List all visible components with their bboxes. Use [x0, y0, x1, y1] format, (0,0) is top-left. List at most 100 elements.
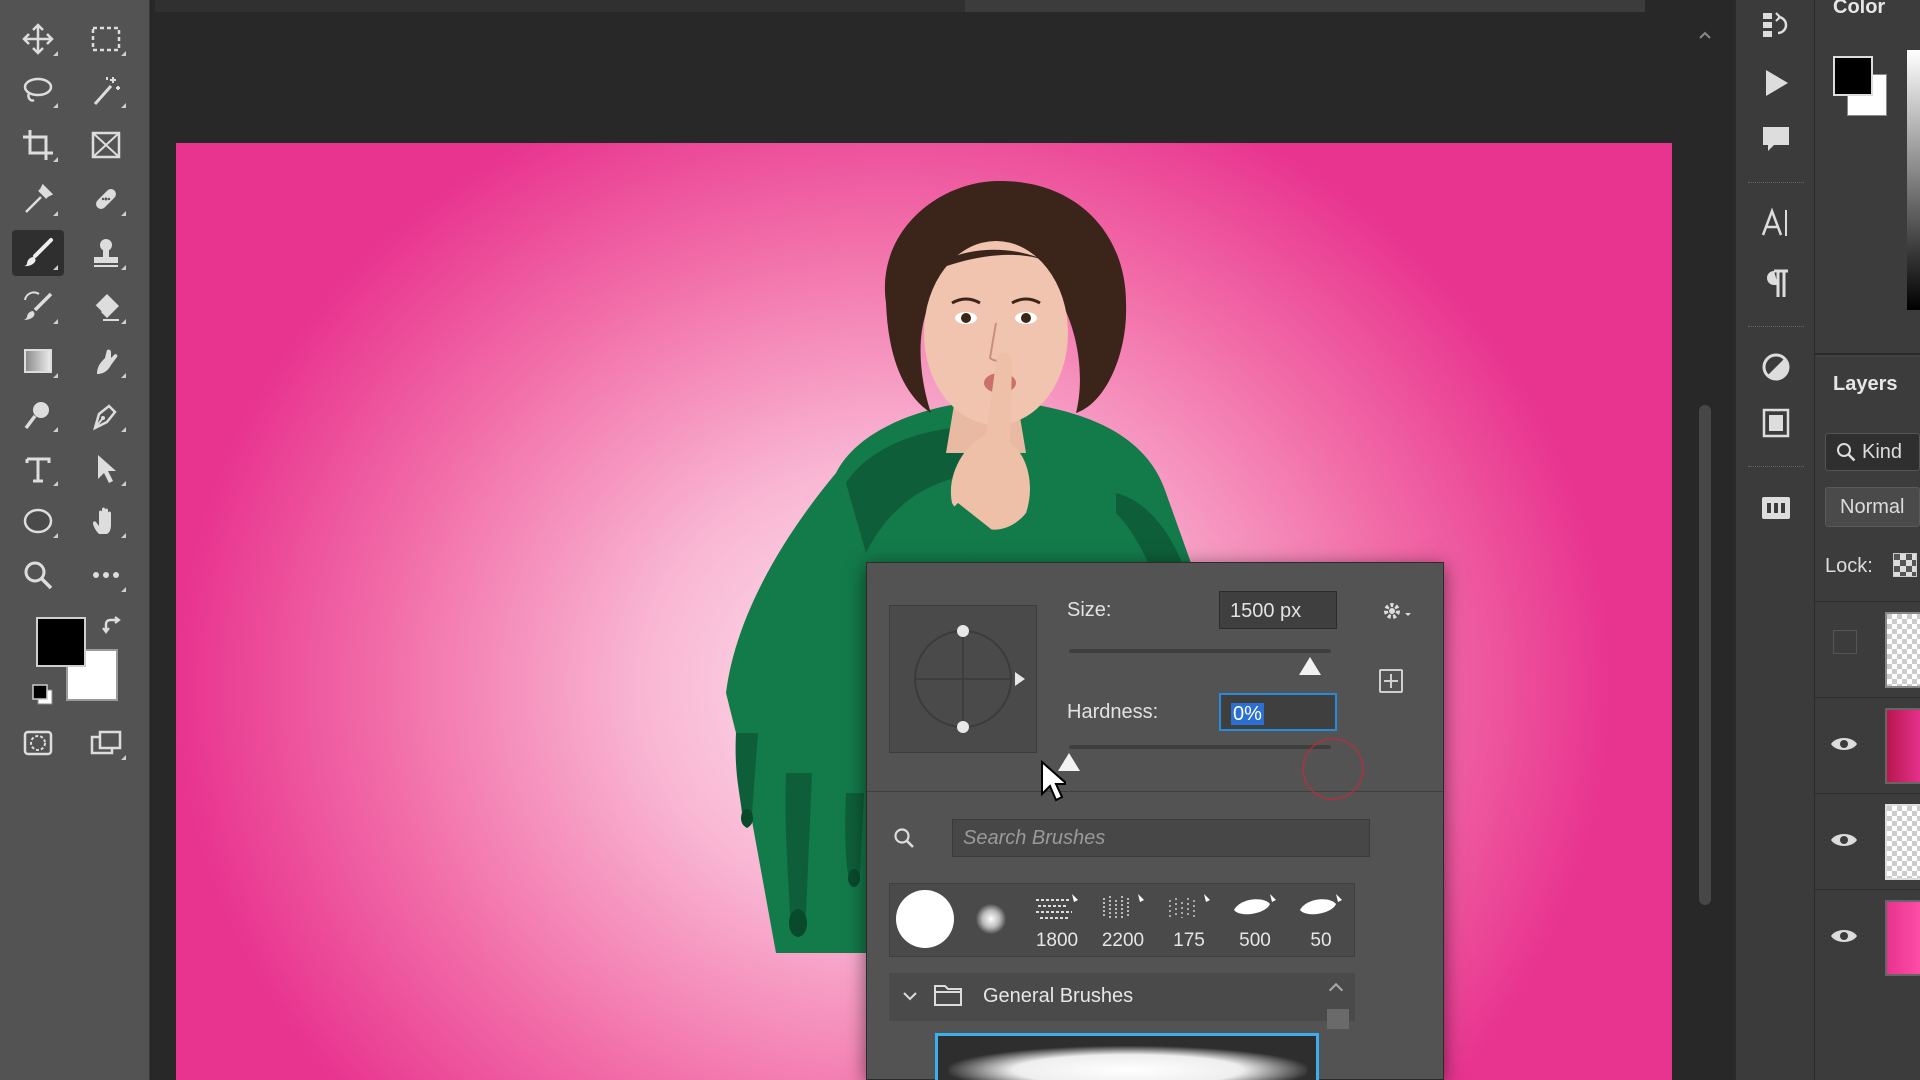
lock-transparent-pixels-icon[interactable]: [1893, 553, 1917, 577]
channels-panel-button[interactable]: [1752, 484, 1800, 530]
brush-list-scrollbar[interactable]: [1325, 981, 1349, 1080]
size-label: Size:: [1067, 599, 1112, 621]
type-icon: [25, 457, 51, 483]
layer-visibility-empty[interactable]: [1833, 630, 1857, 654]
textured-brush-icon: [1169, 894, 1210, 918]
eye-icon[interactable]: [1829, 732, 1859, 756]
hand-icon: [93, 507, 111, 534]
preset-hard-round[interactable]: [890, 884, 956, 956]
mouse-pointer-icon: [1041, 760, 1066, 802]
hardness-input[interactable]: 0%: [1219, 693, 1337, 731]
soft-brush-stroke-icon: [1234, 894, 1276, 915]
hardness-value: 0%: [1231, 703, 1264, 725]
scroll-up-icon[interactable]: [1328, 982, 1344, 998]
frame-tool[interactable]: [80, 122, 132, 168]
foreground-color-swatch[interactable]: [36, 617, 86, 667]
hardness-slider-track[interactable]: [1069, 745, 1331, 749]
recent-brush-presets: 1800 2200 175 500 50: [889, 883, 1355, 957]
color-panel-title[interactable]: Color: [1833, 0, 1885, 19]
libraries-panel-button[interactable]: [1752, 400, 1800, 446]
stamp-icon: [94, 239, 118, 267]
brush-angle-roundness-widget[interactable]: [890, 606, 1036, 752]
more-tools[interactable]: [80, 552, 132, 598]
vertical-scrollbar[interactable]: [1695, 20, 1715, 1080]
color-ramp[interactable]: [1907, 50, 1920, 310]
marquee-tool[interactable]: [80, 16, 132, 62]
character-panel-button[interactable]: [1752, 200, 1800, 246]
clone-stamp-tool[interactable]: [80, 230, 132, 276]
lock-label: Lock:: [1825, 555, 1873, 577]
hand-tool[interactable]: [80, 498, 132, 544]
general-brushes-group[interactable]: General Brushes: [889, 973, 1355, 1021]
pen-tool[interactable]: [80, 392, 132, 438]
ellipse-tool[interactable]: [12, 498, 64, 544]
quick-mask-icon: [23, 730, 53, 756]
swap-colors-icon[interactable]: [102, 616, 124, 638]
vertical-scroll-thumb[interactable]: [1699, 405, 1711, 905]
zoom-tool[interactable]: [12, 552, 64, 598]
spot-healing-tool[interactable]: [80, 176, 132, 222]
screen-mode-button[interactable]: [80, 720, 132, 766]
horizontal-scroll-thumb[interactable]: [965, 0, 1645, 12]
layer-row[interactable]: [1815, 889, 1920, 985]
libraries-icon: [1762, 408, 1790, 438]
preset-2200[interactable]: 2200: [1090, 884, 1156, 956]
chevron-down-icon[interactable]: [903, 989, 917, 1003]
gear-icon[interactable]: [1379, 597, 1413, 627]
eye-icon[interactable]: [1829, 828, 1859, 852]
move-icon: [22, 23, 54, 55]
adjustments-panel-button[interactable]: [1752, 344, 1800, 390]
move-tool[interactable]: [12, 16, 64, 62]
pen-icon: [93, 404, 117, 431]
preset-1800[interactable]: 1800: [1024, 884, 1090, 956]
preset-50[interactable]: 50: [1288, 884, 1354, 956]
panel-icon-strip: [1735, 0, 1815, 1080]
blend-mode-select[interactable]: Normal: [1825, 487, 1920, 527]
size-slider-thumb[interactable]: [1299, 657, 1322, 675]
layer-filter-kind[interactable]: Kind: [1825, 433, 1920, 471]
brush-list-scroll-thumb[interactable]: [1327, 1009, 1349, 1029]
brush-tip-preview[interactable]: [889, 605, 1037, 753]
layers-panel-title[interactable]: Layers: [1833, 373, 1898, 396]
marquee-icon: [91, 26, 121, 52]
preset-175[interactable]: 175: [1156, 884, 1222, 956]
eyedropper-tool[interactable]: [12, 176, 64, 222]
type-tool[interactable]: [12, 446, 64, 492]
eraser-tool[interactable]: [80, 284, 132, 330]
create-new-preset-icon[interactable]: [1379, 669, 1403, 693]
size-slider-track[interactable]: [1069, 649, 1331, 653]
selected-brush-preset[interactable]: [935, 1033, 1319, 1080]
gradient-tool[interactable]: [12, 338, 64, 384]
preset-soft-round[interactable]: [958, 884, 1024, 956]
history-panel-button[interactable]: [1752, 2, 1800, 48]
search-brushes-input[interactable]: [952, 819, 1370, 857]
crop-tool[interactable]: [12, 122, 64, 168]
paragraph-panel-button[interactable]: [1752, 260, 1800, 306]
path-selection-tool[interactable]: [80, 446, 132, 492]
history-brush-tool[interactable]: [12, 284, 64, 330]
color-panel-foreground-swatch[interactable]: [1833, 56, 1873, 96]
comments-panel-button[interactable]: [1752, 116, 1800, 162]
default-colors-icon[interactable]: [30, 682, 56, 708]
brush-tool[interactable]: [12, 230, 64, 276]
dodge-tool[interactable]: [12, 392, 64, 438]
layer-row[interactable]: [1815, 601, 1920, 697]
quick-mask-button[interactable]: [12, 720, 64, 766]
horizontal-scrollbar[interactable]: [155, 0, 1645, 12]
smudge-tool[interactable]: [80, 338, 132, 384]
textured-brush-icon: [1103, 894, 1144, 918]
size-input[interactable]: 1500 px: [1219, 591, 1337, 629]
lasso-tool[interactable]: [12, 68, 64, 114]
layer-row[interactable]: [1815, 793, 1920, 889]
play-icon: [1766, 70, 1788, 96]
bandage-icon: [96, 189, 116, 209]
history-icon: [1763, 12, 1788, 37]
eye-icon[interactable]: [1829, 924, 1859, 948]
scroll-up-arrow-icon[interactable]: [1699, 30, 1711, 40]
preset-500[interactable]: 500: [1222, 884, 1288, 956]
screen-mode-icon: [90, 730, 122, 755]
layer-row[interactable]: [1815, 697, 1920, 793]
actions-panel-button[interactable]: [1752, 60, 1800, 106]
lasso-icon: [23, 77, 53, 102]
magic-wand-tool[interactable]: [80, 68, 132, 114]
